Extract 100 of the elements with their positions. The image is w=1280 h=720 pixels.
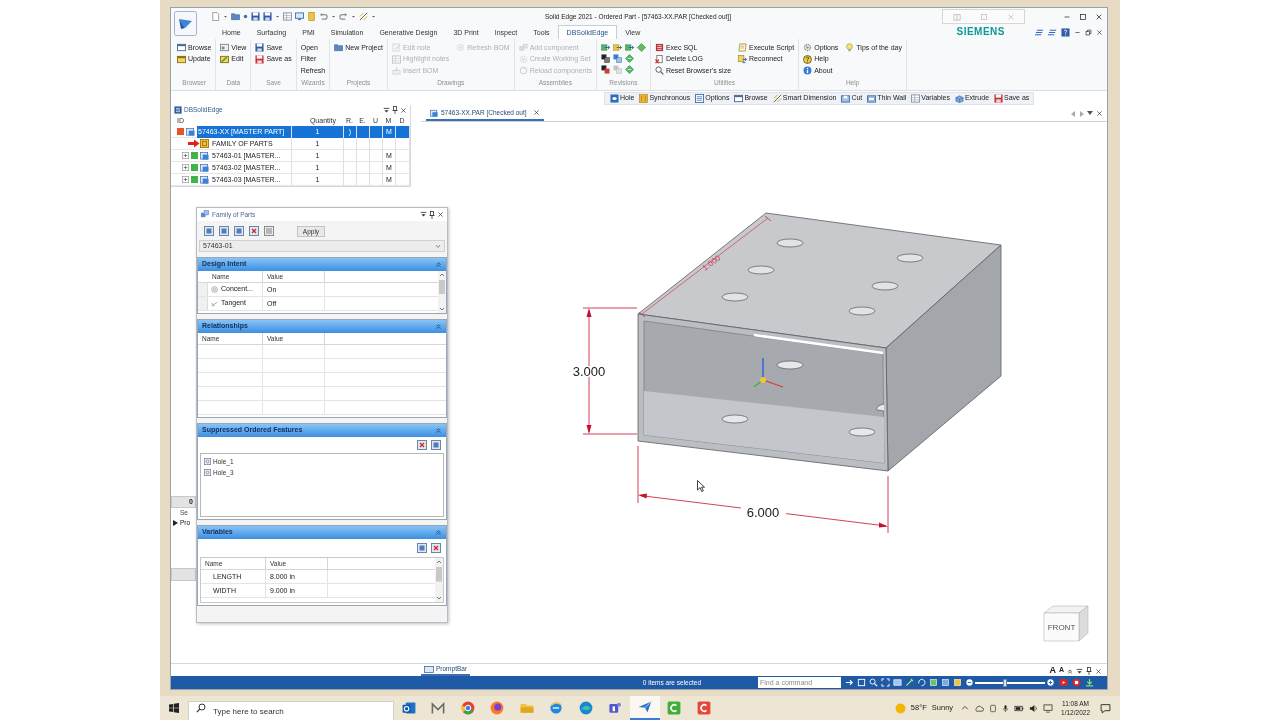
diamond-icon[interactable] [636, 43, 646, 52]
zoom-icon[interactable] [869, 678, 878, 687]
monitor-icon[interactable] [1043, 703, 1054, 713]
pin-icon[interactable] [392, 106, 398, 114]
scroll-icon [738, 43, 748, 53]
slider-thumb[interactable] [1003, 678, 1008, 687]
close-icon[interactable] [1095, 668, 1102, 675]
microphone-icon[interactable] [1002, 703, 1010, 713]
tangent-icon [211, 300, 218, 307]
window-icon [734, 93, 744, 103]
stacked-lines-icon[interactable] [1048, 27, 1057, 37]
speaker-icon[interactable] [1029, 703, 1039, 713]
close-icon[interactable] [532, 109, 540, 116]
cube-icon [954, 93, 964, 103]
phone-icon[interactable] [989, 703, 998, 713]
dimension-icon[interactable] [359, 12, 368, 21]
arc-icon[interactable] [917, 678, 926, 687]
scrollbar[interactable] [435, 558, 443, 602]
stacked-lines-icon[interactable] [1035, 27, 1044, 37]
close-icon[interactable] [437, 211, 444, 218]
expand-icon[interactable] [182, 164, 189, 171]
caret-icon[interactable] [1087, 111, 1093, 116]
taskbar-app-button[interactable] [630, 696, 660, 720]
document-icon[interactable] [211, 12, 220, 21]
zoom-out-icon[interactable] [966, 679, 973, 686]
overlapping-squares-icon[interactable] [600, 65, 610, 74]
double-chevron-up-icon[interactable] [1067, 668, 1073, 675]
delete-icon[interactable] [249, 226, 259, 236]
scrollbar[interactable] [438, 271, 446, 313]
square-icon[interactable] [234, 226, 244, 236]
help-icon[interactable] [1061, 27, 1070, 37]
menu-caret-icon[interactable] [383, 106, 390, 114]
caret-icon[interactable] [371, 14, 376, 19]
monitor-icon[interactable] [295, 12, 304, 21]
info-icon [803, 66, 813, 76]
caret-icon[interactable] [223, 14, 228, 19]
redo-icon[interactable] [339, 12, 348, 21]
dot-icon[interactable] [243, 14, 248, 19]
expand-icon[interactable] [182, 152, 189, 159]
list-icon[interactable] [264, 226, 274, 236]
diamond-icon[interactable] [624, 54, 634, 63]
taskbar-search-field[interactable]: Type here to search [188, 700, 394, 720]
play-icon[interactable] [1059, 678, 1068, 687]
overlapping-squares-icon[interactable] [600, 54, 610, 63]
slash-icon[interactable] [905, 678, 914, 687]
close-icon[interactable] [1096, 110, 1103, 117]
caret-icon[interactable] [331, 14, 336, 19]
square-icon[interactable] [219, 226, 229, 236]
menu-caret-icon[interactable] [1076, 668, 1083, 675]
lightbulb-icon [845, 43, 855, 53]
app-menu-icon[interactable] [173, 11, 197, 36]
frame-icon[interactable] [857, 678, 866, 687]
chat-bubble-icon[interactable] [1100, 702, 1111, 714]
close-icon[interactable] [400, 106, 407, 114]
stop-icon[interactable] [1072, 678, 1081, 687]
diamond-icon[interactable] [624, 65, 634, 74]
maximize-icon[interactable] [1079, 12, 1087, 21]
pin-icon[interactable] [429, 210, 435, 219]
restore-icon[interactable] [1085, 28, 1092, 36]
square-icon[interactable] [431, 440, 441, 450]
search-icon [654, 66, 664, 76]
close-icon[interactable] [1096, 28, 1103, 36]
chevron-up-icon[interactable] [961, 704, 970, 712]
list-icon [695, 93, 705, 103]
close-icon[interactable] [1095, 12, 1103, 21]
zoom-in-icon[interactable] [1047, 679, 1054, 686]
m-app-icon [430, 700, 447, 716]
caret-icon[interactable] [351, 14, 356, 19]
menu-caret-icon[interactable] [420, 211, 427, 218]
delete-icon[interactable] [431, 543, 441, 553]
pin-icon[interactable] [1086, 667, 1092, 675]
delete-icon[interactable] [417, 440, 427, 450]
undo-icon[interactable] [319, 12, 328, 21]
battery-icon[interactable] [1014, 703, 1025, 713]
rectangle-icon[interactable] [893, 678, 902, 687]
dimension-icon [772, 93, 782, 103]
part-icon [186, 127, 195, 136]
gear-icon [518, 54, 528, 64]
corners-icon[interactable] [881, 678, 890, 687]
zoom-slider[interactable] [975, 681, 1045, 684]
scroll-left-icon[interactable] [1071, 110, 1076, 117]
arrow-icon[interactable] [845, 678, 854, 687]
caret-icon[interactable] [275, 14, 280, 19]
square-icon[interactable] [417, 543, 427, 553]
note-icon [391, 43, 401, 53]
folder-icon[interactable] [231, 12, 240, 21]
windows-logo-icon [169, 703, 179, 713]
table-icon[interactable] [283, 12, 292, 21]
cloud-icon[interactable] [974, 703, 985, 713]
two-squares-icon [200, 210, 210, 219]
expand-icon[interactable] [182, 176, 189, 183]
square-icon[interactable] [204, 226, 214, 236]
double-chevron-up-icon [435, 529, 442, 536]
document-icon[interactable] [307, 12, 316, 21]
help-icon [803, 54, 813, 64]
window-icon [177, 43, 186, 53]
row-pointer-icon [173, 520, 178, 526]
tray-arrow-icon [391, 66, 401, 76]
font-size-button[interactable]: A [1049, 665, 1056, 675]
download-icon[interactable] [1085, 678, 1094, 687]
